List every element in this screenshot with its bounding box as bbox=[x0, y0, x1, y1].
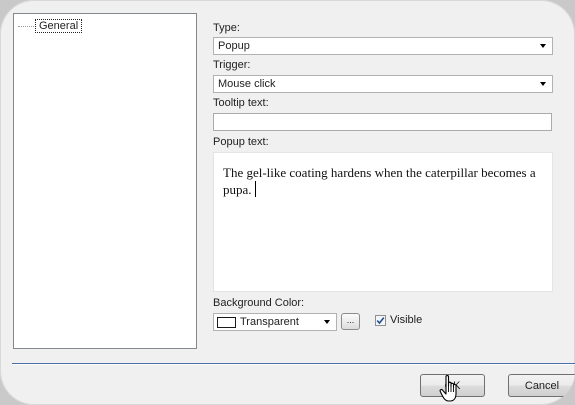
tree-item-label: General bbox=[35, 19, 83, 33]
type-dropdown-value: Popup bbox=[218, 40, 250, 52]
tooltip-text-field[interactable] bbox=[213, 113, 552, 131]
type-label: Type: bbox=[213, 22, 240, 34]
checkmark-icon bbox=[376, 316, 385, 324]
background-color-dropdown[interactable]: Transparent bbox=[213, 313, 337, 331]
background-color-label: Background Color: bbox=[213, 297, 305, 309]
chevron-down-icon[interactable] bbox=[534, 38, 552, 54]
popup-text-content: The gel-like coating hardens when the ca… bbox=[223, 165, 536, 197]
color-picker-button[interactable]: ... bbox=[341, 313, 360, 330]
visible-label: Visible bbox=[390, 314, 423, 326]
type-dropdown[interactable]: Popup bbox=[213, 37, 553, 55]
properties-dialog: General Type: Popup Trigger: Mouse click… bbox=[0, 0, 575, 405]
background-color-value: Transparent bbox=[240, 316, 299, 328]
trigger-dropdown-value: Mouse click bbox=[218, 78, 276, 90]
hand-pointer-icon bbox=[439, 374, 457, 402]
cancel-button-label: Cancel bbox=[524, 379, 560, 392]
color-swatch-icon bbox=[217, 316, 236, 328]
text-caret bbox=[254, 181, 256, 197]
checkbox-box[interactable] bbox=[375, 314, 386, 326]
popup-text-area[interactable]: The gel-like coating hardens when the ca… bbox=[213, 152, 553, 292]
footer-separator bbox=[12, 363, 575, 365]
chevron-down-icon[interactable] bbox=[318, 314, 336, 330]
category-tree[interactable]: General bbox=[13, 13, 197, 349]
cancel-button[interactable]: Cancel bbox=[508, 374, 575, 397]
trigger-dropdown[interactable]: Mouse click bbox=[213, 75, 553, 93]
tooltip-label: Tooltip text: bbox=[213, 97, 269, 109]
tree-item-general[interactable]: General bbox=[18, 19, 83, 33]
visible-checkbox[interactable]: Visible bbox=[375, 314, 422, 326]
chevron-down-icon[interactable] bbox=[534, 76, 552, 92]
trigger-label: Trigger: bbox=[213, 59, 251, 71]
tree-connector bbox=[18, 25, 34, 27]
popup-text-label: Popup text: bbox=[213, 136, 269, 148]
